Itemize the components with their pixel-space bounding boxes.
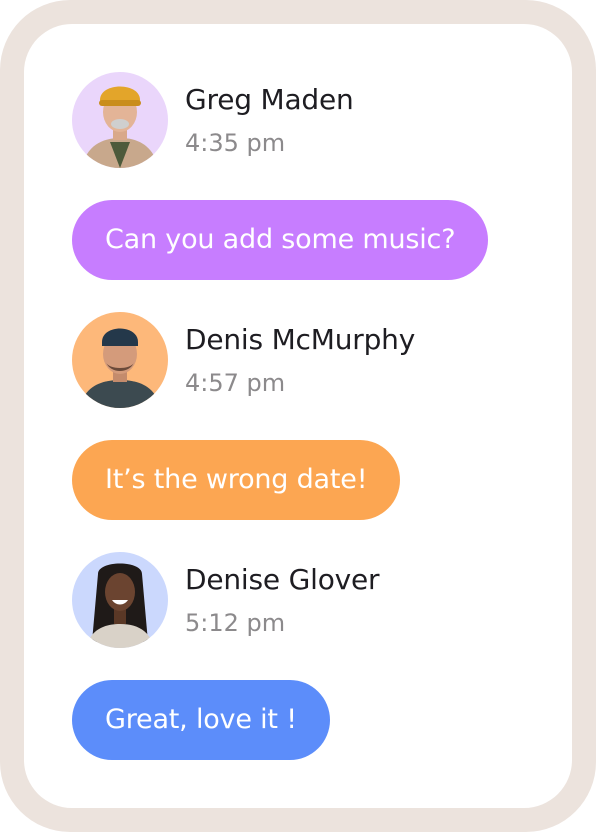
sender-meta: Greg Maden 4:35 pm (185, 83, 354, 158)
chat-card: Greg Maden 4:35 pm Can you add some musi… (24, 24, 572, 808)
avatar[interactable] (72, 312, 168, 408)
person-avatar-icon (72, 312, 168, 408)
message-bubble[interactable]: Great, love it ! (72, 680, 330, 760)
avatar[interactable] (72, 72, 168, 168)
sender-meta: Denise Glover 5:12 pm (185, 563, 380, 638)
sender-name[interactable]: Greg Maden (185, 83, 354, 117)
person-avatar-icon (72, 552, 168, 648)
message-bubble[interactable]: Can you add some music? (72, 200, 489, 280)
message-time: 5:12 pm (185, 608, 286, 637)
message-bubble[interactable]: It’s the wrong date! (72, 440, 401, 520)
message-sender: Denis McMurphy 4:57 pm (72, 312, 415, 408)
sender-name[interactable]: Denise Glover (185, 563, 380, 597)
chat-message: Denise Glover 5:12 pm Great, love it ! (72, 552, 380, 760)
sender-name[interactable]: Denis McMurphy (185, 323, 415, 357)
message-time: 4:35 pm (185, 128, 286, 157)
message-time: 4:57 pm (185, 368, 286, 397)
person-avatar-icon (72, 72, 168, 168)
message-sender: Denise Glover 5:12 pm (72, 552, 380, 648)
message-sender: Greg Maden 4:35 pm (72, 72, 488, 168)
avatar[interactable] (72, 552, 168, 648)
chat-message: Greg Maden 4:35 pm Can you add some musi… (72, 72, 489, 280)
chat-message: Denis McMurphy 4:57 pm It’s the wrong da… (72, 312, 415, 520)
sender-meta: Denis McMurphy 4:57 pm (185, 323, 415, 398)
device-frame: Greg Maden 4:35 pm Can you add some musi… (0, 0, 596, 832)
